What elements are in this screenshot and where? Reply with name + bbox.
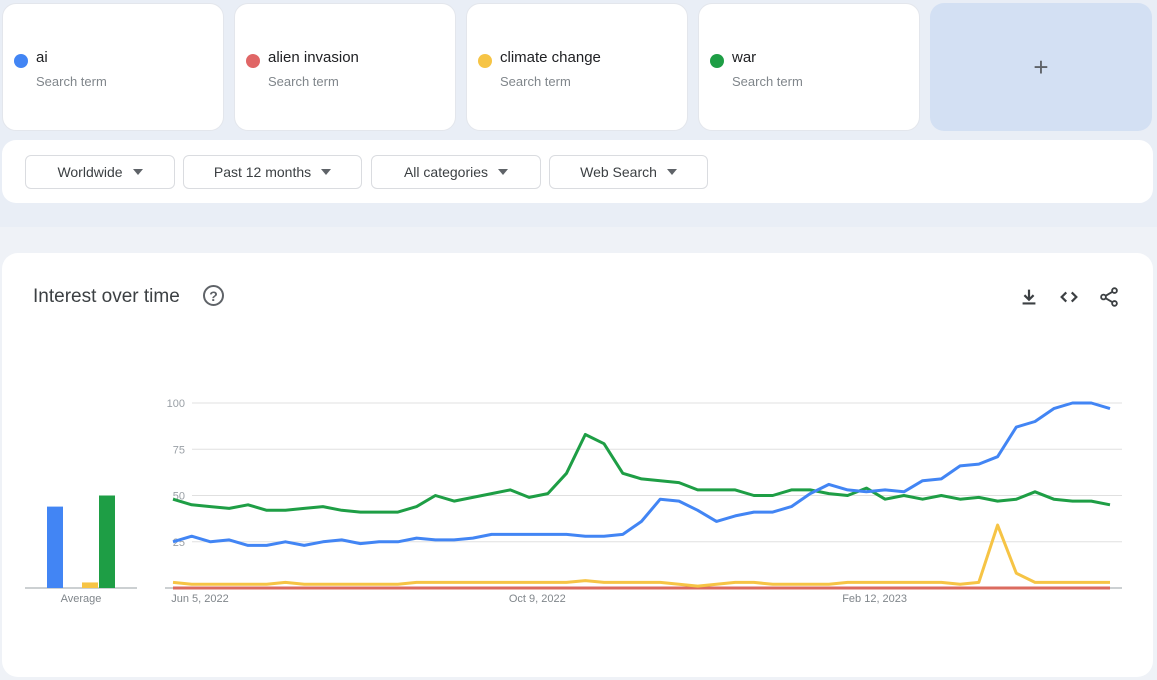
average-bar-ai xyxy=(47,506,63,588)
x-tick-label: Jun 5, 2022 xyxy=(171,593,229,605)
search-term-card-war[interactable]: war Search term xyxy=(698,3,920,131)
search-term-card-climate-change[interactable]: climate change Search term xyxy=(466,3,688,131)
search-term-subtitle: Search term xyxy=(36,74,107,89)
x-tick-label: Feb 12, 2023 xyxy=(842,593,907,605)
interest-chart: Average 255075100 Jun 5, 2022 Oct 9, 2022… xyxy=(25,398,1122,605)
chart-grid: 255075100 xyxy=(165,398,1122,589)
x-axis-labels: Jun 5, 2022 Oct 9, 2022 Feb 12, 2023 xyxy=(171,593,907,605)
search-term-card-ai[interactable]: ai Search term xyxy=(2,3,224,131)
color-dot-icon xyxy=(246,54,260,68)
search-type-label: Web Search xyxy=(580,164,657,180)
region-label: Worldwide xyxy=(57,164,123,180)
region-dropdown[interactable]: Worldwide xyxy=(25,155,175,189)
average-chart: Average xyxy=(25,495,137,605)
plus-icon: + xyxy=(1033,51,1049,82)
color-dot-icon xyxy=(710,54,724,68)
search-term-name: climate change xyxy=(500,49,601,66)
time-range-dropdown[interactable]: Past 12 months xyxy=(183,155,362,189)
add-comparison-button[interactable]: + xyxy=(930,3,1152,131)
color-dot-icon xyxy=(478,54,492,68)
search-term-subtitle: Search term xyxy=(500,74,571,89)
average-bar-climate-change xyxy=(82,582,98,588)
caret-down-icon xyxy=(666,169,677,175)
y-tick-label: 75 xyxy=(173,444,185,456)
caret-down-icon xyxy=(132,169,143,175)
search-terms-row: ai Search term alien invasion Search ter… xyxy=(2,3,1152,131)
search-term-card-alien-invasion[interactable]: alien invasion Search term xyxy=(234,3,456,131)
time-range-label: Past 12 months xyxy=(213,164,312,180)
search-type-dropdown[interactable]: Web Search xyxy=(549,155,708,189)
x-tick-label: Oct 9, 2022 xyxy=(509,593,566,605)
search-term-subtitle: Search term xyxy=(732,74,803,89)
caret-down-icon xyxy=(321,169,332,175)
search-term-name: alien invasion xyxy=(268,49,359,66)
search-term-subtitle: Search term xyxy=(268,74,339,89)
average-label: Average xyxy=(61,593,102,605)
category-dropdown[interactable]: All categories xyxy=(371,155,541,189)
average-bar-war xyxy=(99,495,115,588)
series-line-ai xyxy=(172,401,1111,547)
color-dot-icon xyxy=(14,54,28,68)
interest-over-time-card: Interest over time ? Average 25 50 75 100 J… xyxy=(2,253,1153,677)
y-tick-label: 100 xyxy=(167,398,185,410)
series-line-climate-change xyxy=(172,523,1110,588)
series-line-war xyxy=(172,433,1111,514)
caret-down-icon xyxy=(498,169,509,175)
search-term-name: ai xyxy=(36,49,48,66)
search-term-name: war xyxy=(732,49,757,66)
filter-bar: Worldwide Past 12 months All categories … xyxy=(2,140,1153,203)
category-label: All categories xyxy=(403,164,489,180)
